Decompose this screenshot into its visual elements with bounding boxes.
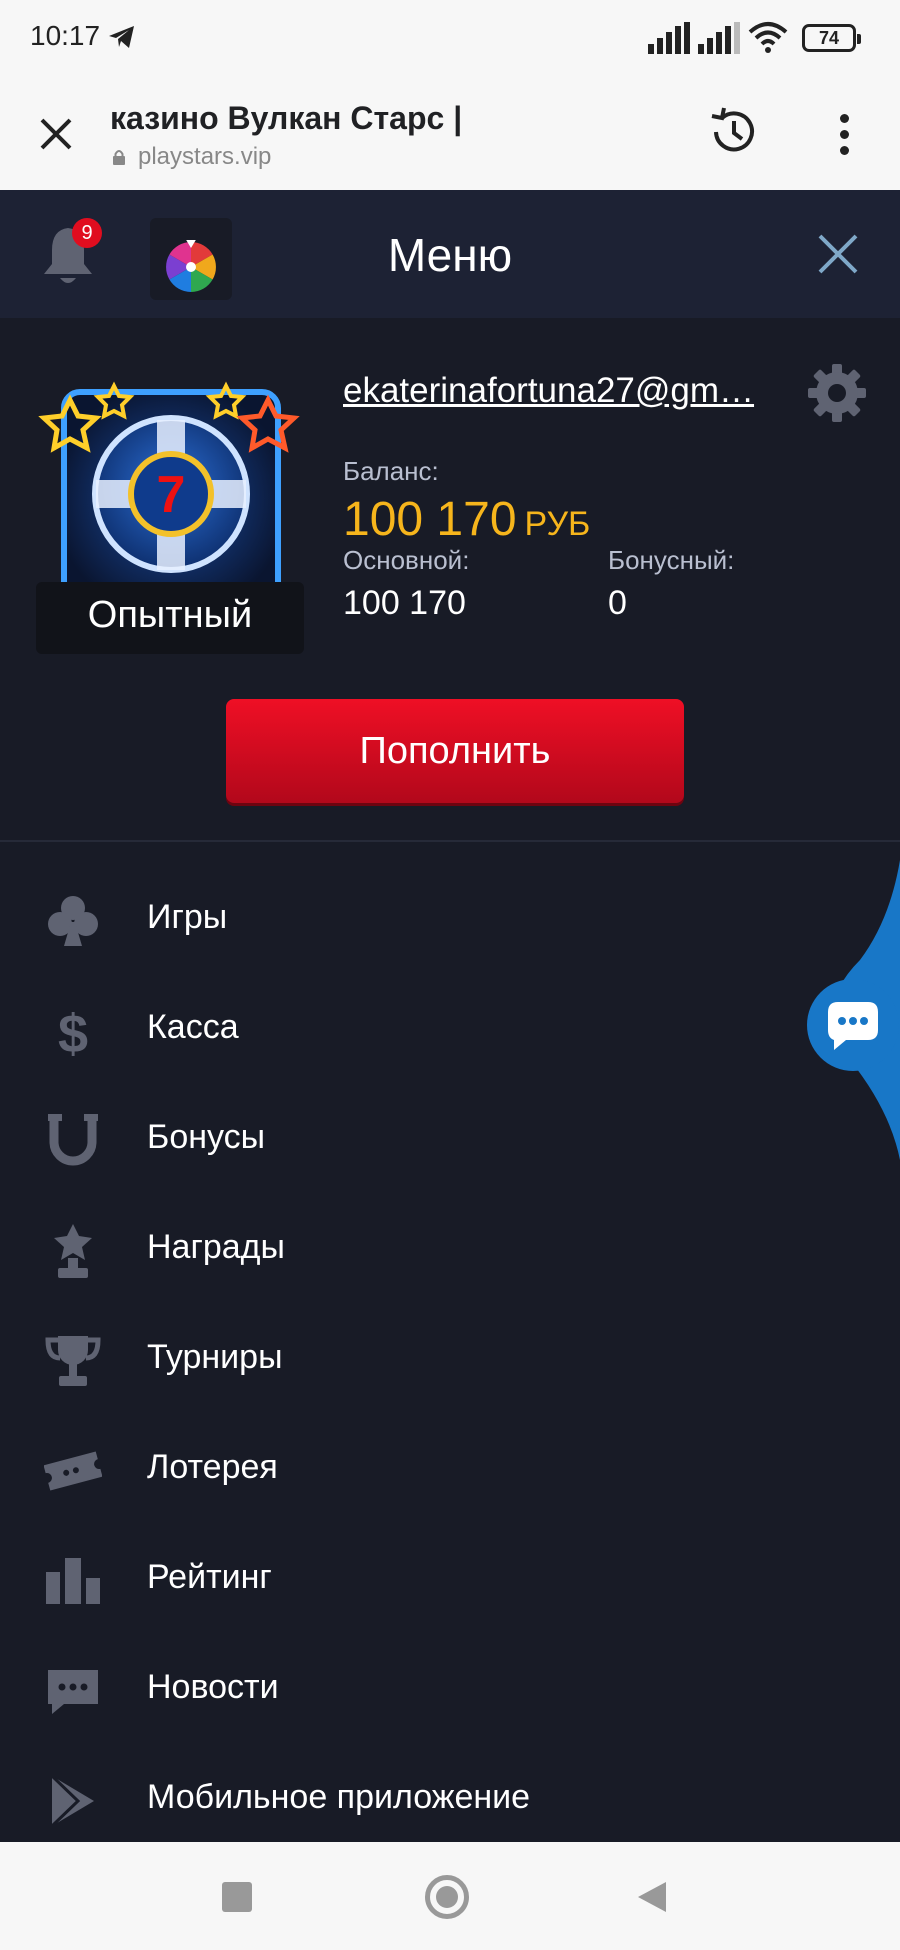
status-time: 10:17 bbox=[30, 20, 101, 51]
page-title: казино Вулкан Старс | bbox=[110, 100, 463, 136]
browser-toolbar: казино Вулкан Старс | playstars.vip bbox=[0, 78, 900, 190]
menu-item-label: Рейтинг bbox=[147, 1558, 272, 1596]
menu-item-cashier[interactable]: $ Касса bbox=[0, 982, 800, 1072]
deposit-button[interactable]: Пополнить bbox=[226, 699, 684, 803]
gear-icon[interactable] bbox=[806, 362, 868, 424]
award-icon bbox=[54, 1224, 92, 1278]
play-store-icon bbox=[50, 1774, 94, 1828]
main-balance-label: Основной: bbox=[343, 545, 470, 575]
wifi-icon bbox=[748, 22, 788, 53]
url-text[interactable]: playstars.vip bbox=[138, 143, 271, 171]
svg-text:$: $ bbox=[58, 1004, 88, 1060]
home-button[interactable] bbox=[425, 1875, 469, 1919]
status-bar: 10:17 74 bbox=[0, 0, 900, 78]
balance-label: Баланс: bbox=[343, 456, 439, 486]
menu-item-mobile-app[interactable]: Мобильное приложение bbox=[0, 1752, 800, 1842]
recent-apps-button[interactable] bbox=[222, 1882, 252, 1912]
close-icon[interactable] bbox=[36, 114, 76, 154]
menu-item-label: Награды bbox=[147, 1228, 285, 1266]
menu-item-bonuses[interactable]: Бонусы bbox=[0, 1092, 800, 1182]
more-options-icon[interactable] bbox=[834, 114, 854, 158]
balance-value: 100 170 bbox=[343, 493, 517, 546]
lock-icon bbox=[113, 150, 125, 165]
menu-item-label: Касса bbox=[147, 1008, 239, 1046]
telegram-icon bbox=[109, 26, 134, 48]
horseshoe-icon bbox=[48, 1114, 98, 1166]
menu-item-label: Бонусы bbox=[147, 1118, 266, 1156]
clover-icon bbox=[48, 896, 98, 946]
trophy-icon bbox=[45, 1336, 101, 1386]
menu-item-label: Игры bbox=[147, 898, 228, 936]
level-label: Опытный bbox=[87, 594, 253, 636]
menu-item-label: Турниры bbox=[147, 1338, 283, 1376]
signal-icon bbox=[648, 22, 690, 54]
bonus-balance-label: Бонусный: bbox=[608, 545, 735, 575]
menu-item-tournaments[interactable]: Турниры bbox=[0, 1312, 800, 1402]
back-icon[interactable] bbox=[636, 1880, 668, 1914]
news-chat-icon bbox=[48, 1670, 98, 1714]
balance-currency: РУБ bbox=[524, 505, 591, 543]
menu-item-label: Лотерея bbox=[147, 1448, 278, 1486]
menu-item-news[interactable]: Новости bbox=[0, 1642, 800, 1732]
menu-header: 9 Меню bbox=[0, 190, 900, 318]
menu-item-lottery[interactable]: Лотерея bbox=[0, 1422, 800, 1512]
divider bbox=[0, 840, 900, 842]
svg-text:7: 7 bbox=[157, 466, 186, 524]
menu-title: Меню bbox=[387, 229, 513, 281]
bonus-balance-value: 0 bbox=[608, 584, 627, 622]
menu-item-games[interactable]: Игры bbox=[0, 872, 800, 962]
rating-bars-icon bbox=[46, 1558, 100, 1604]
user-email-link[interactable]: ekaterinafortuna27@gm… bbox=[343, 371, 773, 411]
menu-item-awards[interactable]: Награды bbox=[0, 1202, 800, 1292]
system-nav-bar bbox=[0, 1842, 900, 1950]
ticket-icon bbox=[44, 1451, 102, 1491]
menu-item-rating[interactable]: Рейтинг bbox=[0, 1532, 800, 1622]
chat-icon[interactable] bbox=[806, 978, 900, 1072]
battery-indicator: 74 bbox=[802, 24, 861, 52]
history-icon[interactable] bbox=[706, 104, 762, 160]
menu-item-label: Мобильное приложение bbox=[147, 1778, 531, 1816]
main-balance-value: 100 170 bbox=[343, 584, 466, 622]
balance-amount: 100 170 РУБ bbox=[343, 492, 590, 547]
close-menu-icon[interactable] bbox=[816, 232, 860, 276]
signal-icon bbox=[698, 22, 740, 54]
menu-item-label: Новости bbox=[147, 1668, 279, 1706]
dollar-icon: $ bbox=[58, 1004, 88, 1060]
